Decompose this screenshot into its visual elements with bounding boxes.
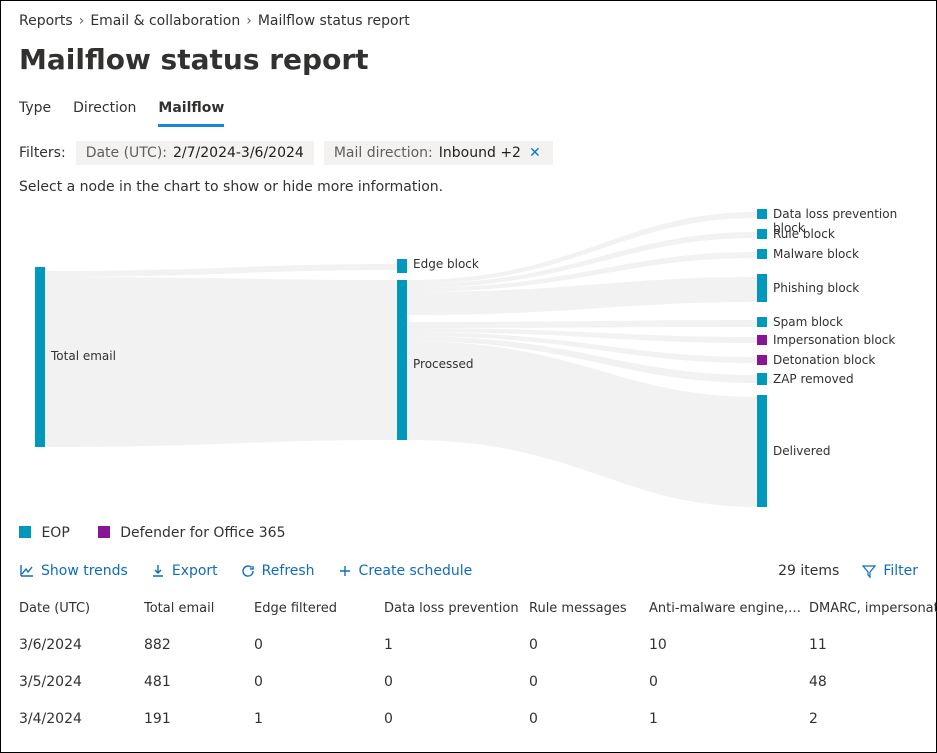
breadcrumb: Reports › Email & collaboration › Mailfl… — [19, 13, 918, 29]
cell-dmarc: 48 — [809, 664, 937, 701]
filter-pill-date-key: Date (UTC): — [86, 145, 167, 161]
filter-pill-direction[interactable]: Mail direction: Inbound +2 ✕ — [324, 141, 553, 165]
sankey-chart[interactable]: Total email Edge block Processed Data lo… — [19, 207, 915, 507]
trends-icon — [19, 563, 35, 579]
filter-pill-direction-key: Mail direction: — [334, 145, 433, 161]
show-trends-button[interactable]: Show trends — [19, 563, 128, 579]
table-row[interactable]: 3/5/2024 481 0 0 0 0 48 1 — [19, 664, 937, 701]
tab-mailflow[interactable]: Mailflow — [158, 96, 224, 127]
chart-hint: Select a node in the chart to show or hi… — [19, 179, 918, 195]
cell-mal: 10 — [649, 627, 809, 664]
sankey-node-processed[interactable]: Processed — [413, 357, 474, 371]
tab-type[interactable]: Type — [19, 96, 51, 127]
cell-dlp: 1 — [384, 627, 529, 664]
legend-item-defender[interactable]: Defender for Office 365 — [98, 525, 286, 541]
filter-pill-date-value: 2/7/2024-3/6/2024 — [173, 145, 304, 161]
sankey-node-edge[interactable]: Edge block — [413, 257, 479, 271]
cell-total: 882 — [144, 627, 254, 664]
cell-edge: 1 — [254, 701, 384, 738]
chart-legend: EOP Defender for Office 365 — [19, 525, 918, 541]
square-icon — [19, 526, 31, 538]
breadcrumb-item-reports[interactable]: Reports — [19, 13, 73, 29]
export-button[interactable]: Export — [150, 563, 218, 579]
cell-dlp: 0 — [384, 701, 529, 738]
cell-mal: 0 — [649, 664, 809, 701]
cell-edge: 0 — [254, 664, 384, 701]
cell-dlp: 0 — [384, 664, 529, 701]
tabs: Type Direction Mailflow — [19, 96, 918, 127]
chevron-right-icon: › — [246, 13, 252, 29]
table-header-row: Date (UTC) Total email Edge filtered Dat… — [19, 593, 937, 627]
cell-date: 3/5/2024 — [19, 664, 144, 701]
cell-rule: 0 — [529, 664, 649, 701]
table-row[interactable]: 3/4/2024 191 1 0 0 1 2 5 — [19, 701, 937, 738]
legend-label-eop: EOP — [41, 525, 69, 541]
col-total[interactable]: Total email — [144, 593, 254, 627]
close-icon[interactable]: ✕ — [527, 145, 543, 161]
items-count: 29 items — [778, 563, 839, 579]
filter-label: Filter — [883, 563, 918, 579]
export-label: Export — [172, 563, 218, 579]
create-schedule-label: Create schedule — [359, 563, 473, 579]
col-edge[interactable]: Edge filtered — [254, 593, 384, 627]
filter-button[interactable]: Filter — [861, 563, 918, 579]
refresh-icon — [240, 563, 256, 579]
legend-item-eop[interactable]: EOP — [19, 525, 70, 541]
sankey-node-det[interactable]: Detonation block — [773, 353, 875, 367]
show-trends-label: Show trends — [41, 563, 128, 579]
col-date[interactable]: Date (UTC) — [19, 593, 144, 627]
filter-pill-date[interactable]: Date (UTC): 2/7/2024-3/6/2024 — [76, 141, 314, 165]
square-icon — [98, 526, 110, 538]
sankey-node-phish[interactable]: Phishing block — [773, 281, 859, 295]
tab-direction[interactable]: Direction — [73, 96, 136, 127]
sankey-node-spam[interactable]: Spam block — [773, 315, 843, 329]
refresh-button[interactable]: Refresh — [240, 563, 315, 579]
download-icon — [150, 563, 166, 579]
filter-pill-direction-value: Inbound +2 — [439, 145, 521, 161]
legend-label-defender: Defender for Office 365 — [120, 525, 285, 541]
breadcrumb-item-current: Mailflow status report — [258, 13, 410, 29]
refresh-label: Refresh — [262, 563, 315, 579]
breadcrumb-item-email-collab[interactable]: Email & collaboration — [90, 13, 240, 29]
col-dlp[interactable]: Data loss prevention — [384, 593, 529, 627]
cell-dmarc: 11 — [809, 627, 937, 664]
cell-date: 3/4/2024 — [19, 701, 144, 738]
cell-dmarc: 2 — [809, 701, 937, 738]
filters-label: Filters: — [19, 145, 66, 161]
chevron-right-icon: › — [79, 13, 85, 29]
toolbar: Show trends Export Refresh Create schedu… — [19, 559, 918, 593]
col-dmarc[interactable]: DMARC, impersonation, sp... — [809, 593, 937, 627]
filter-row: Filters: Date (UTC): 2/7/2024-3/6/2024 M… — [19, 141, 918, 165]
plus-icon — [337, 563, 353, 579]
page-title: Mailflow status report — [19, 43, 918, 76]
cell-mal: 1 — [649, 701, 809, 738]
sankey-node-total[interactable]: Total email — [51, 349, 116, 363]
sankey-node-zap[interactable]: ZAP removed — [773, 372, 854, 386]
create-schedule-button[interactable]: Create schedule — [337, 563, 473, 579]
cell-rule: 0 — [529, 701, 649, 738]
cell-rule: 0 — [529, 627, 649, 664]
cell-date: 3/6/2024 — [19, 627, 144, 664]
sankey-node-imp[interactable]: Impersonation block — [773, 333, 895, 347]
filter-icon — [861, 563, 877, 579]
cell-total: 191 — [144, 701, 254, 738]
table-row[interactable]: 3/6/2024 882 0 1 0 10 11 0 — [19, 627, 937, 664]
data-table: Date (UTC) Total email Edge filtered Dat… — [19, 593, 937, 737]
col-mal[interactable]: Anti-malware engine, Safe ... — [649, 593, 809, 627]
sankey-node-rule[interactable]: Rule block — [773, 227, 835, 241]
cell-total: 481 — [144, 664, 254, 701]
col-rule[interactable]: Rule messages — [529, 593, 649, 627]
cell-edge: 0 — [254, 627, 384, 664]
sankey-node-malware[interactable]: Malware block — [773, 247, 859, 261]
sankey-node-delivered[interactable]: Delivered — [773, 444, 830, 458]
